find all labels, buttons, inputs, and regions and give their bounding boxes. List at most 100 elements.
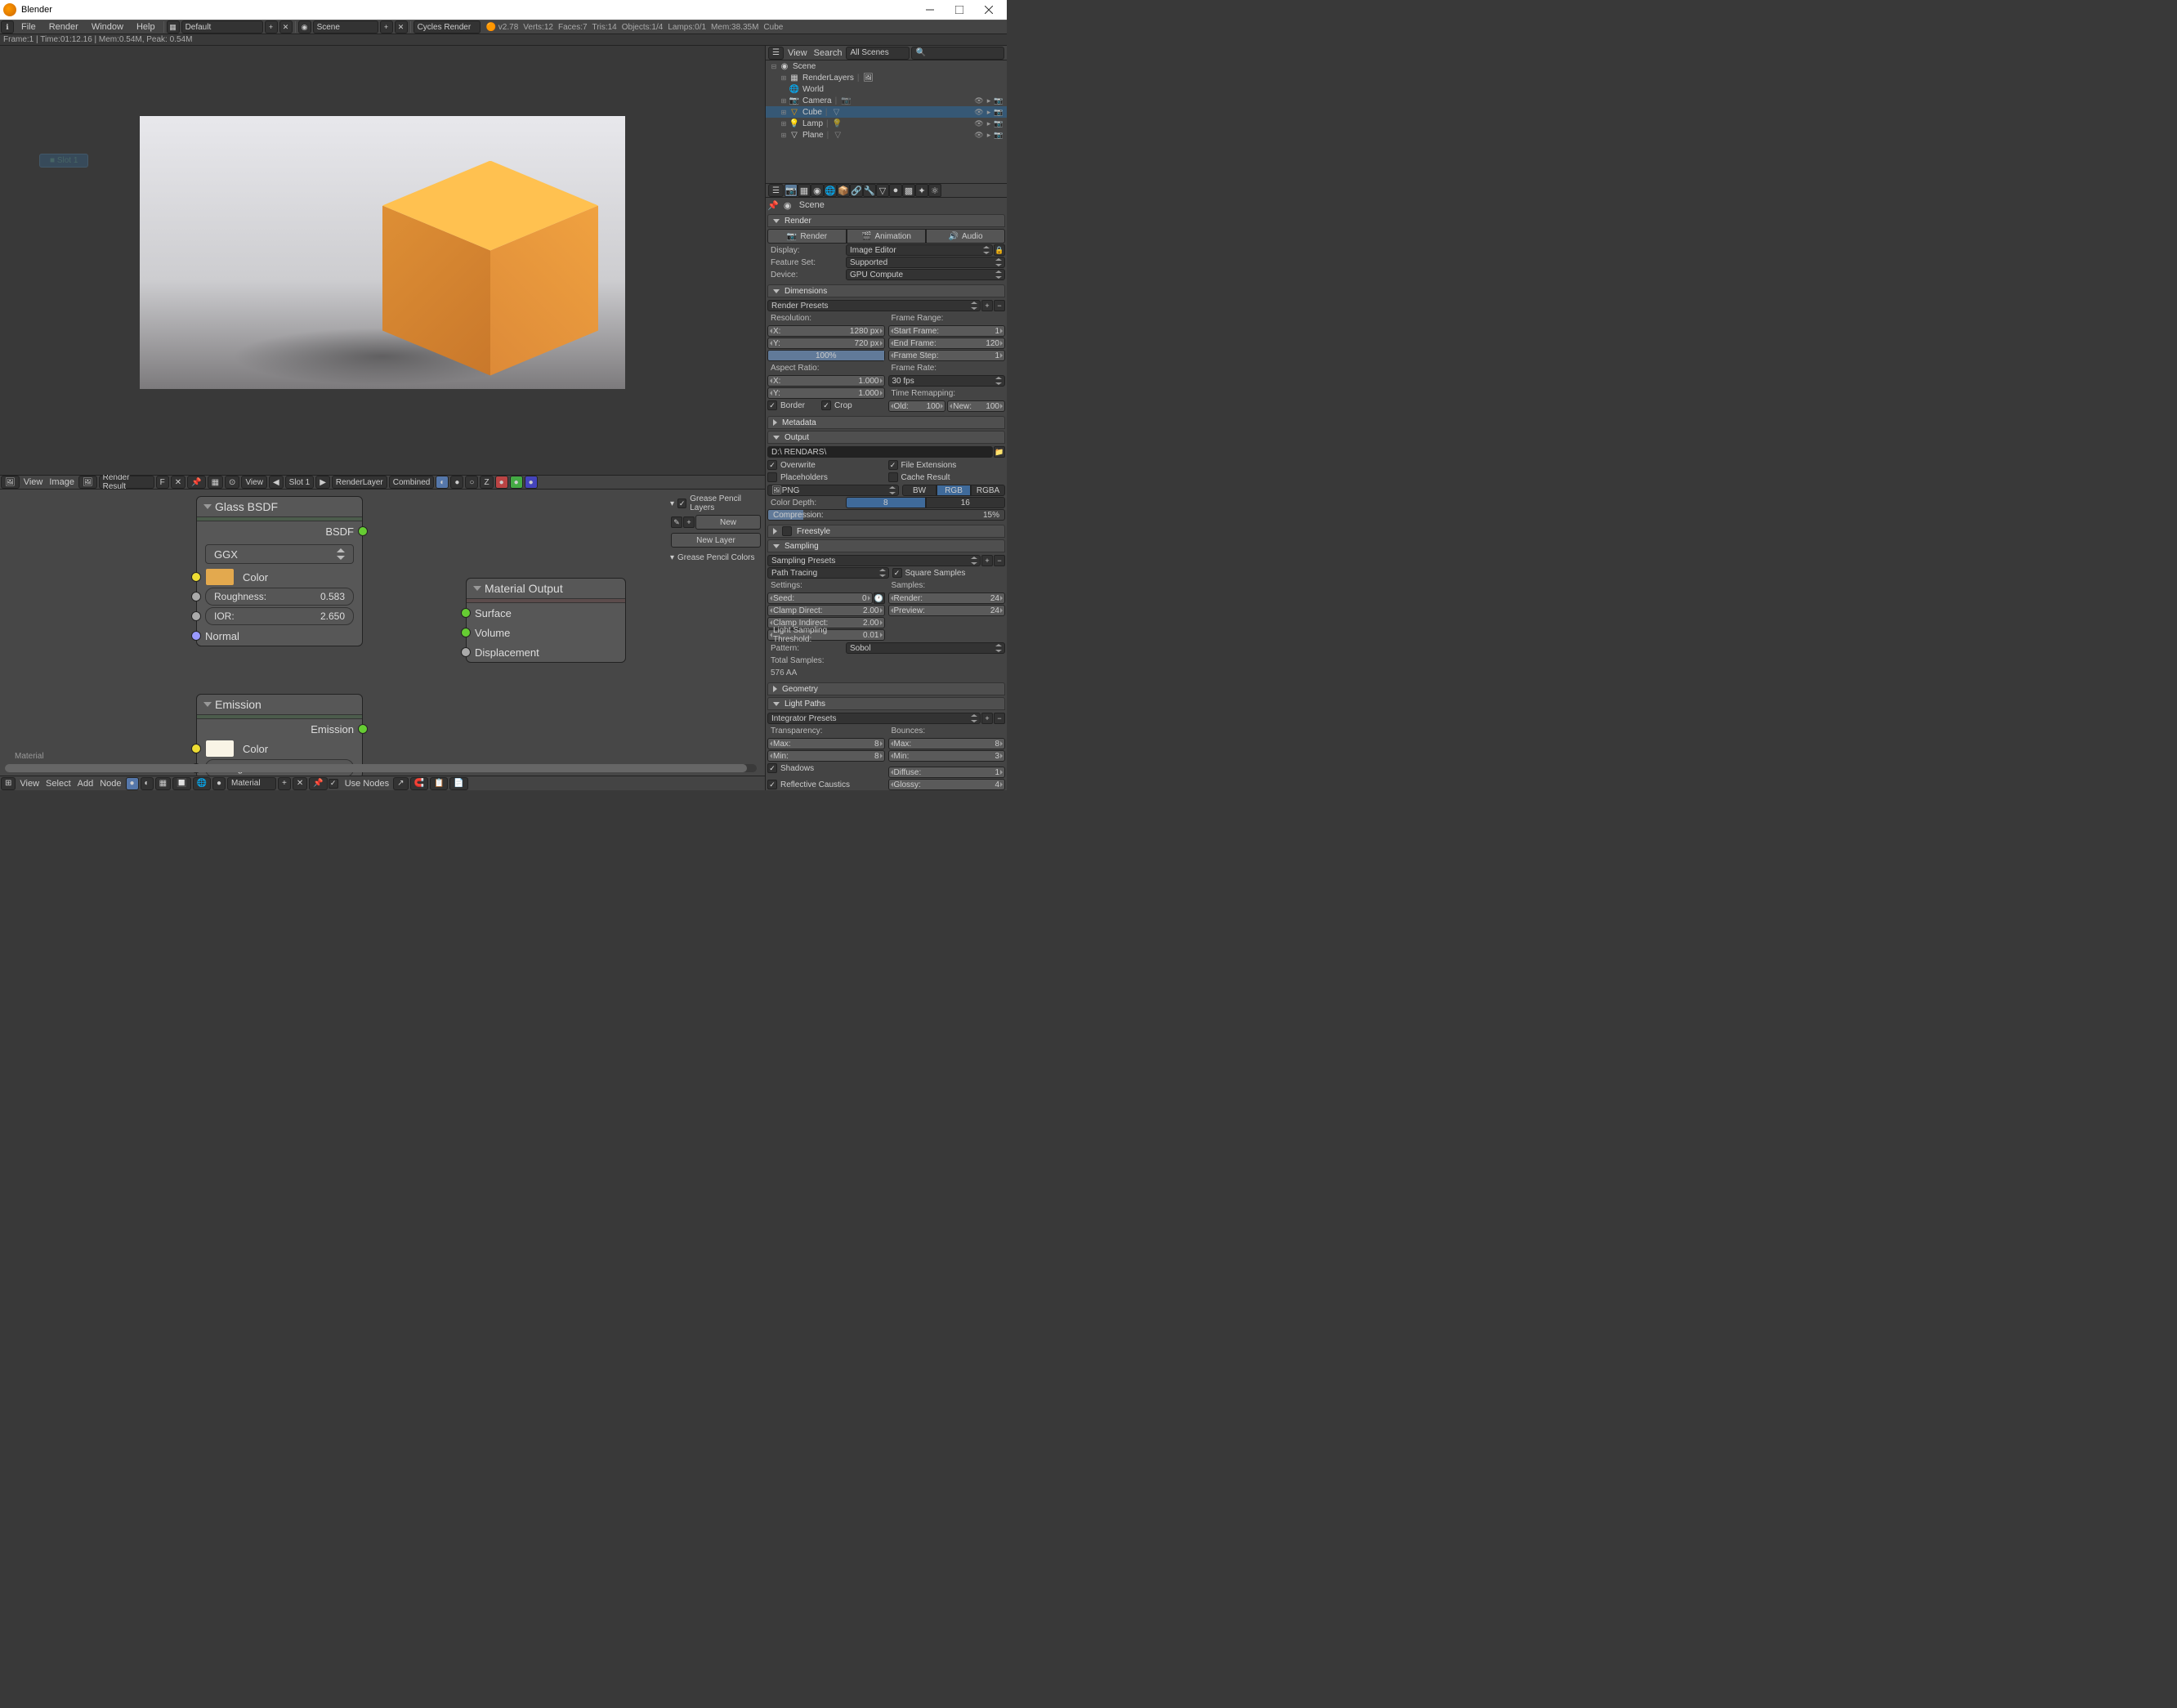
particles-tab-icon[interactable]: ✦ <box>915 184 928 197</box>
bounce-min-field[interactable]: Min:3 <box>888 750 1006 762</box>
compression-slider[interactable]: Compression:15% <box>767 509 1005 521</box>
screen-remove-button[interactable]: ✕ <box>279 20 293 34</box>
overwrite-checkbox[interactable] <box>767 460 777 470</box>
pin-material-button[interactable]: 📌 <box>309 777 327 790</box>
editor-type-properties-icon[interactable]: ☰ <box>768 184 784 197</box>
screen-layout-dropdown[interactable]: Default <box>181 20 263 34</box>
transp-min-field[interactable]: Min:8 <box>767 750 885 762</box>
texture-tab-icon[interactable]: ▩ <box>902 184 915 197</box>
editor-type-outliner-icon[interactable]: ☰ <box>768 47 784 60</box>
res-y-field[interactable]: Y:720 px <box>767 338 885 349</box>
outliner-menu-search[interactable]: Search <box>814 48 843 58</box>
copy-nodes-button[interactable]: 📋 <box>430 777 448 790</box>
node-menu-node[interactable]: Node <box>100 779 121 789</box>
channel-g-button[interactable]: ● <box>510 476 523 489</box>
fps-dropdown[interactable]: 30 fps <box>888 375 1006 387</box>
node-menu-add[interactable]: Add <box>78 779 94 789</box>
output-path-field[interactable]: D:\ RENDARS\ <box>767 446 993 458</box>
screen-icon[interactable]: ▦ <box>167 20 180 34</box>
clamp-direct-field[interactable]: Clamp Direct:2.00 <box>767 605 885 616</box>
gp-new-layer-button[interactable]: New Layer <box>671 533 761 548</box>
image-editor-viewport[interactable]: ■ Slot 1 <box>0 46 765 475</box>
editor-type-image-icon[interactable]: 🖼 <box>1 476 20 489</box>
socket-disp-in[interactable] <box>461 647 471 657</box>
lp-preset-add[interactable]: + <box>981 713 993 724</box>
pattern-dropdown[interactable]: Sobol <box>846 642 1005 654</box>
outliner-lamp[interactable]: Lamp <box>802 119 823 128</box>
material-browse-icon[interactable]: ● <box>212 777 226 790</box>
unlink-button[interactable]: ✕ <box>171 476 186 489</box>
uv-view-mode[interactable]: View <box>241 476 267 489</box>
frame-step-field[interactable]: Frame Step:1 <box>888 350 1006 361</box>
panel-sampling-header[interactable]: Sampling <box>767 539 1005 552</box>
socket-bsdf-out[interactable] <box>358 526 368 536</box>
fake-user-button[interactable]: F <box>156 476 169 489</box>
panel-metadata-header[interactable]: Metadata <box>767 416 1005 429</box>
panel-dimensions-header[interactable]: Dimensions <box>767 284 1005 297</box>
screen-add-button[interactable]: + <box>265 20 278 34</box>
channel-rgb-button[interactable]: ● <box>450 476 463 489</box>
scene-tab-icon[interactable]: ◉ <box>811 184 824 197</box>
ior-field[interactable]: IOR:2.650 <box>205 607 354 625</box>
socket-roughness-in[interactable] <box>191 592 201 601</box>
pin-icon[interactable]: 📌 <box>767 200 779 211</box>
gp-brush-icon[interactable]: ✎ <box>671 516 682 528</box>
image-browse-icon[interactable]: 🖼 <box>78 476 97 489</box>
render-button[interactable]: 📷 Render <box>767 229 847 244</box>
socket-emission-out[interactable] <box>358 724 368 734</box>
panel-render-header[interactable]: Render <box>767 214 1005 227</box>
integrator-dropdown[interactable]: Path Tracing <box>767 567 889 579</box>
socket-ior-in[interactable] <box>191 611 201 621</box>
node-material-output[interactable]: Material Output Surface Volume Displacem… <box>466 578 626 663</box>
shadows-checkbox[interactable] <box>767 763 777 773</box>
object-mode-button[interactable]: 🔲 <box>172 777 190 790</box>
node-menu-select[interactable]: Select <box>46 779 71 789</box>
cache-checkbox[interactable] <box>888 472 898 482</box>
data-tab-icon[interactable]: ▽ <box>876 184 889 197</box>
menu-image[interactable]: Image <box>49 477 74 487</box>
panel-output-header[interactable]: Output <box>767 431 1005 444</box>
material-tab-icon[interactable]: ● <box>889 184 902 197</box>
panel-geometry-header[interactable]: Geometry <box>767 682 1005 695</box>
outliner-cube[interactable]: Cube <box>802 108 822 117</box>
menu-render[interactable]: Render <box>42 20 85 34</box>
snap-button[interactable]: 🧲 <box>410 777 428 790</box>
render-samples-field[interactable]: Render:24 <box>888 592 1006 604</box>
em-color-swatch[interactable] <box>205 740 235 758</box>
transp-max-field[interactable]: Max:8 <box>767 738 885 749</box>
menu-file[interactable]: File <box>15 20 42 34</box>
pin-button[interactable]: 📌 <box>187 476 205 489</box>
samp-preset-remove[interactable]: − <box>994 555 1005 566</box>
aspect-y-field[interactable]: Y:1.000 <box>767 387 885 399</box>
pivot-icon[interactable]: ⊙ <box>225 476 239 489</box>
world-mode-button[interactable]: 🌐 <box>193 777 211 790</box>
color-swatch[interactable] <box>205 568 235 586</box>
physics-tab-icon[interactable]: ⚛ <box>928 184 941 197</box>
socket-volume-in[interactable] <box>461 628 471 637</box>
rgb-button[interactable]: RGB <box>937 485 971 496</box>
refl-caustics-checkbox[interactable] <box>767 780 777 789</box>
use-nodes-checkbox[interactable] <box>329 779 338 789</box>
node-glass-color[interactable]: Color <box>197 567 362 587</box>
aspect-x-field[interactable]: X:1.000 <box>767 375 885 387</box>
gp-add-button[interactable]: + <box>683 516 695 528</box>
node-glass-bsdf[interactable]: Glass BSDF BSDF GGX Color Roughness:0.58… <box>196 496 363 646</box>
res-pct-slider[interactable]: 100% <box>767 350 885 361</box>
minimize-button[interactable] <box>915 1 945 19</box>
breadcrumb-scene[interactable]: Scene <box>799 200 825 210</box>
scene-remove-button[interactable]: ✕ <box>395 20 408 34</box>
channel-rgba-button[interactable]: ◐ <box>436 476 449 489</box>
placeholders-checkbox[interactable] <box>767 472 777 482</box>
gp-new-button[interactable]: New <box>695 515 761 530</box>
bw-button[interactable]: BW <box>902 485 937 496</box>
gp-colors-header[interactable]: ▾Grease Pencil Colors <box>670 553 762 562</box>
material-add-button[interactable]: + <box>278 777 291 790</box>
outliner-camera[interactable]: Camera <box>802 96 832 105</box>
render-layers-tab-icon[interactable]: ▦ <box>798 184 811 197</box>
close-button[interactable] <box>974 1 1004 19</box>
channel-b-button[interactable]: ● <box>525 476 538 489</box>
sampling-presets-dropdown[interactable]: Sampling Presets <box>767 555 981 566</box>
socket-em-color-in[interactable] <box>191 744 201 753</box>
square-samples-checkbox[interactable] <box>892 568 902 578</box>
preset-remove-button[interactable]: − <box>994 300 1005 311</box>
